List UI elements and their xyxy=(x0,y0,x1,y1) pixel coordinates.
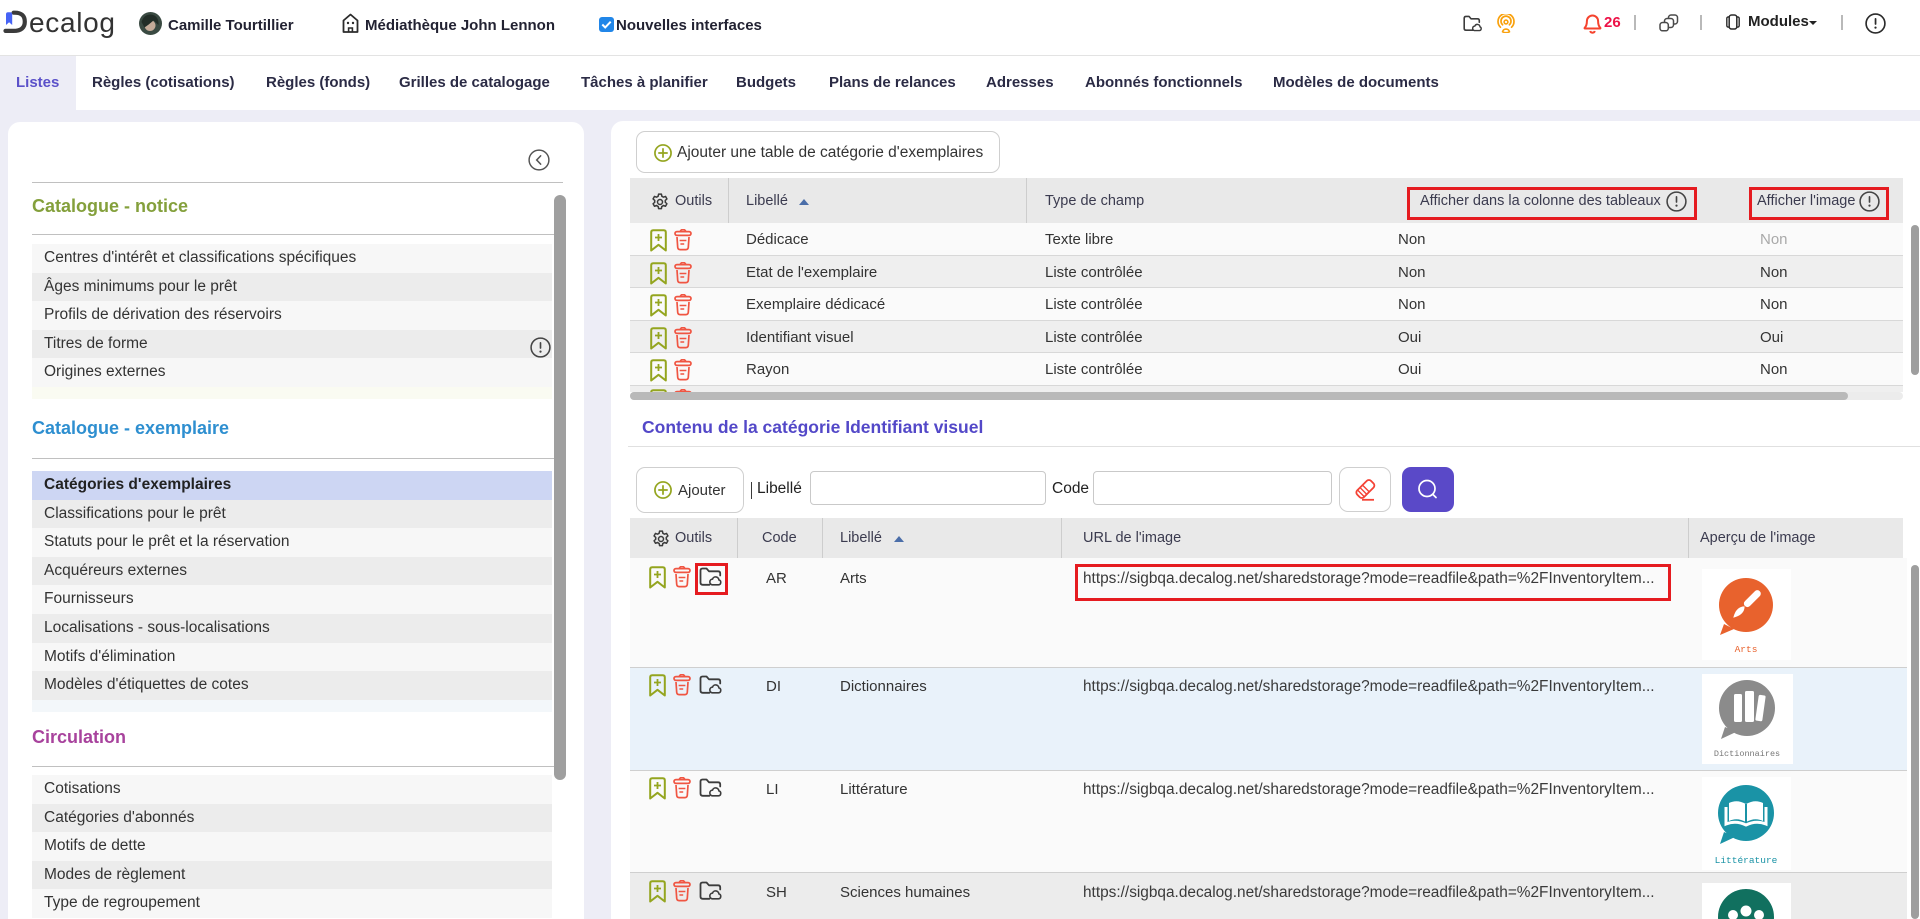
svg-text:Dictionnaires: Dictionnaires xyxy=(1714,749,1780,759)
svg-text:Arts: Arts xyxy=(1735,644,1758,655)
svg-text:Littérature: Littérature xyxy=(1715,855,1778,866)
svg-text:ecalog: ecalog xyxy=(29,7,116,38)
